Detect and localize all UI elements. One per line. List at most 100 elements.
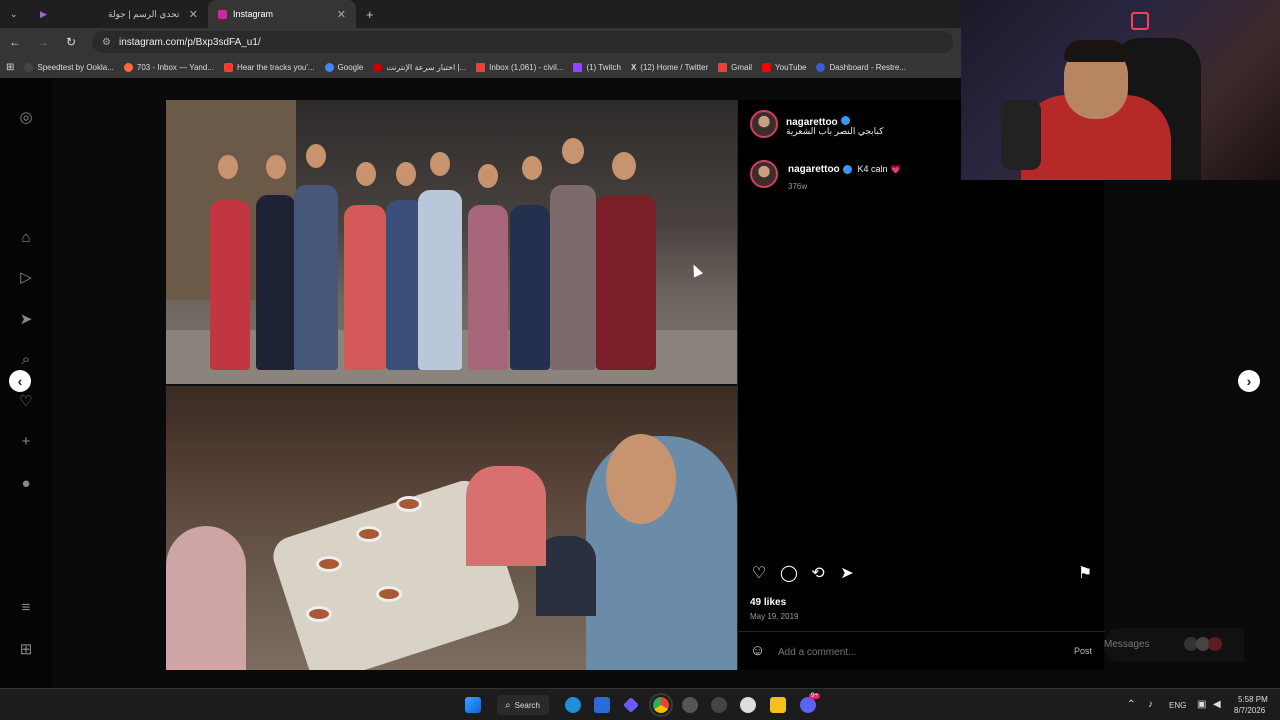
menu-icon[interactable]: ≡ — [18, 600, 34, 616]
comment-author[interactable]: nagarettoo — [788, 164, 840, 175]
reload-icon[interactable]: ↻ — [64, 35, 78, 49]
speed-test-icon — [373, 62, 383, 72]
post-location[interactable]: كبابجي النصر باب الشعرية — [786, 126, 883, 137]
bookmark-item[interactable]: Dashboard - Restre... — [816, 62, 906, 72]
post-comment-button[interactable]: Post — [1074, 646, 1092, 656]
language-indicator[interactable]: ENG — [1169, 701, 1186, 710]
comment-input[interactable] — [778, 643, 1028, 661]
close-icon[interactable]: ✕ — [337, 8, 346, 21]
streamer-hair — [1064, 40, 1128, 62]
home-icon[interactable]: ⌂ — [18, 230, 34, 246]
bookmark-item[interactable]: Speedtest by Ookla... — [24, 62, 114, 72]
bookmark-item[interactable]: X (12) Home / Twitter — [631, 63, 708, 72]
repost-icon[interactable]: ⟲ — [809, 565, 827, 583]
reels-icon[interactable]: ▷ — [18, 270, 34, 286]
plus-icon: + — [366, 6, 374, 22]
verified-badge-icon — [842, 164, 852, 174]
messages-drawer[interactable]: Messages — [1104, 628, 1244, 662]
tab-drawing-challenge[interactable]: تحدي الرسم | جولة ✕ — [58, 0, 208, 28]
create-icon[interactable]: + — [18, 434, 34, 450]
head — [396, 162, 416, 186]
clock-time[interactable]: 5:58 PM — [1238, 695, 1268, 704]
discord-icon[interactable] — [800, 697, 816, 713]
bookmark-label: Speedtest by Ookla... — [37, 62, 114, 72]
forward-icon[interactable]: → — [36, 35, 50, 49]
clock-date[interactable]: 8/7/2026 — [1234, 706, 1265, 715]
taskbar-search[interactable]: ⌕ Search — [497, 695, 549, 715]
person — [468, 205, 508, 370]
divider — [738, 631, 1105, 632]
person — [550, 185, 596, 370]
send-icon[interactable]: ➤ — [18, 312, 34, 328]
likes-count[interactable]: 49 likes — [750, 597, 786, 608]
apps-icon[interactable]: ⊞ — [6, 62, 14, 73]
next-post-chevron-icon[interactable]: › — [1238, 370, 1260, 392]
microphone-icon[interactable]: ♪ — [1148, 699, 1153, 710]
bookmark-label: YouTube — [775, 62, 807, 72]
plate — [316, 556, 342, 572]
bookmark-item[interactable]: Gmail — [718, 62, 753, 72]
emoji-icon[interactable]: ☺ — [750, 642, 765, 659]
tab-instagram[interactable]: Instagram ✕ — [208, 0, 356, 28]
bookmark-item[interactable]: Inbox (1,061) - civil... — [476, 62, 563, 72]
bookmarks-bar: ⊞ Speedtest by Ookla... 703 - Inbox — Ya… — [0, 56, 961, 78]
discord-badge: 9+ — [809, 693, 820, 699]
bookmark-item[interactable]: YouTube — [762, 62, 807, 72]
search-icon[interactable]: ⌕ — [18, 352, 34, 368]
bookmark-item[interactable]: اختبار سرعة الإنترنت |... — [373, 62, 466, 72]
plate — [396, 496, 422, 512]
comment-age: 376w — [788, 182, 808, 191]
neon-sign — [1131, 12, 1149, 30]
chrome-icon[interactable] — [649, 693, 673, 717]
app-diamond-icon[interactable] — [623, 697, 639, 713]
wordpress-icon[interactable] — [740, 697, 756, 713]
comment-icon[interactable]: ◯ — [780, 565, 798, 583]
file-explorer-icon[interactable] — [770, 697, 786, 713]
site-info-icon[interactable]: ⚙ — [102, 37, 111, 48]
bookmark-item[interactable]: Hear the tracks you'... — [223, 62, 315, 72]
person — [256, 195, 296, 370]
bookmark-label: 703 - Inbox — Yand... — [136, 62, 214, 72]
profile-avatar-icon[interactable]: ● — [18, 476, 34, 492]
network-icon[interactable]: ▣ — [1197, 699, 1206, 710]
bookmark-icon[interactable]: ⚑ — [1076, 565, 1094, 583]
comment-author-avatar[interactable] — [750, 160, 778, 188]
bookmark-item[interactable]: Google — [324, 62, 364, 72]
outlook-icon[interactable] — [594, 697, 610, 713]
share-icon[interactable]: ➤ — [838, 565, 856, 583]
heart-icon[interactable]: ♡ — [18, 394, 34, 410]
instagram-logo-icon[interactable]: ◎ — [18, 110, 34, 126]
bookmark-label: Gmail — [731, 62, 753, 72]
person — [510, 205, 550, 370]
url-field[interactable]: ⚙ instagram.com/p/Bxp3sdFA_u1/ — [92, 31, 953, 53]
bookmark-label: Dashboard - Restre... — [829, 62, 906, 72]
bookmark-item[interactable]: 703 - Inbox — Yand... — [123, 62, 214, 72]
gmail-icon — [718, 62, 728, 72]
windows-start-icon[interactable] — [465, 697, 481, 713]
new-tab-button[interactable]: + — [356, 0, 384, 28]
close-icon[interactable]: ✕ — [189, 8, 198, 21]
head — [478, 164, 498, 188]
bookmark-label: Google — [337, 62, 364, 72]
obs-icon[interactable] — [682, 697, 698, 713]
browser-tab-strip: ⌄ ▶ تحدي الرسم | جولة ✕ Instagram ✕ + — [0, 0, 961, 28]
like-heart-icon[interactable]: ♡ — [750, 565, 768, 583]
more-apps-icon[interactable]: ⊞ — [18, 642, 34, 658]
prev-post-chevron-icon[interactable]: ‹ — [9, 370, 31, 392]
tab-list-button[interactable]: ⌄ — [0, 0, 30, 28]
author-avatar[interactable] — [750, 110, 778, 138]
verified-badge-icon — [840, 116, 850, 126]
twitch-icon — [573, 62, 583, 72]
chevron-up-icon[interactable]: ⌃ — [1127, 699, 1135, 710]
youtube-icon — [762, 62, 772, 72]
edge-icon[interactable] — [565, 697, 581, 713]
4k-app-icon[interactable] — [711, 697, 727, 713]
selfie-head — [606, 434, 676, 524]
volume-icon[interactable]: ◀ — [1213, 699, 1221, 710]
back-icon[interactable]: ← — [8, 35, 22, 49]
head — [612, 152, 636, 180]
messages-label: Messages — [1104, 639, 1150, 650]
tab-favicon-pinned[interactable]: ▶ — [30, 0, 58, 28]
gmail-icon — [476, 62, 486, 72]
bookmark-item[interactable]: (1) Twitch — [573, 62, 621, 72]
